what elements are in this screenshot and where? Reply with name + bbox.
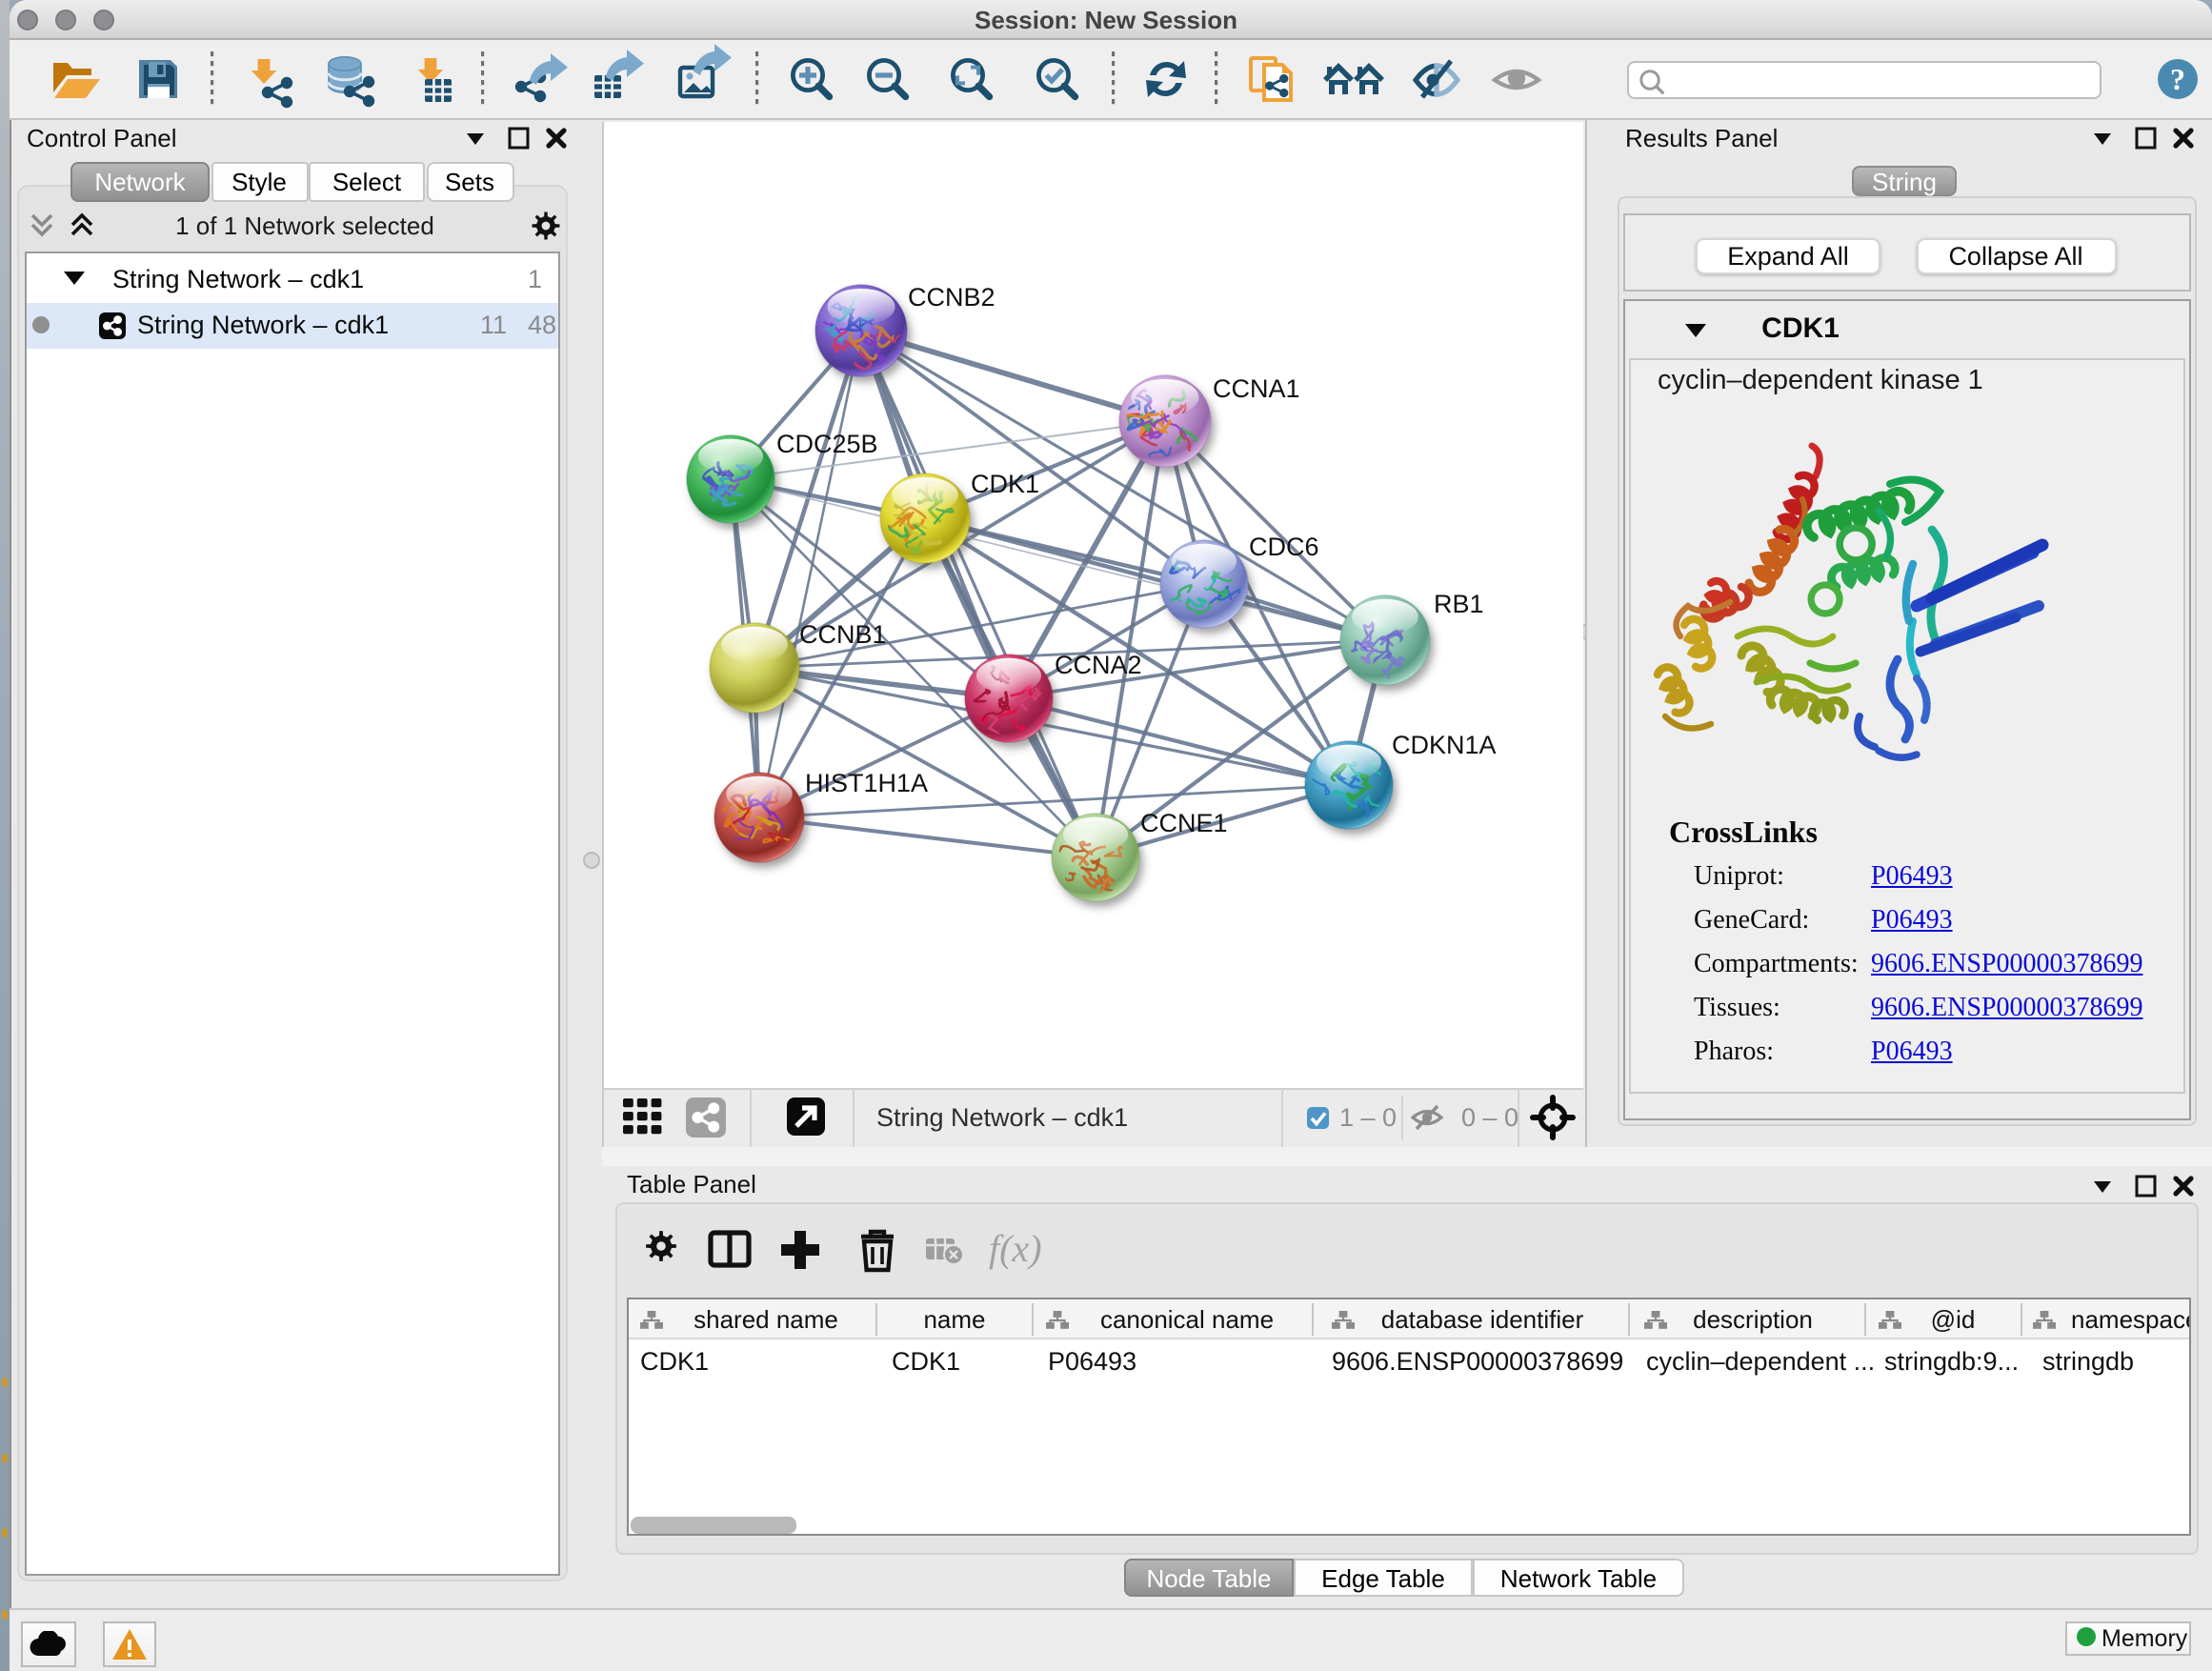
svg-text:CDC6: CDC6 <box>1248 532 1318 560</box>
svg-text:stringdb:9...: stringdb:9... <box>1884 1347 2019 1376</box>
svg-text:database identifier: database identifier <box>1381 1305 1584 1334</box>
svg-text:CCNA2: CCNA2 <box>1054 650 1141 678</box>
svg-text:CCNA1: CCNA1 <box>1212 373 1299 402</box>
svg-text:shared name: shared name <box>694 1305 838 1334</box>
svg-text:CDKN1A: CDKN1A <box>1391 730 1496 758</box>
svg-text:CDC25B: CDC25B <box>775 429 877 457</box>
svg-text:namespace: namespace <box>2071 1305 2189 1334</box>
svg-text:P06493: P06493 <box>1048 1347 1136 1376</box>
svg-text:1 – 0: 1 – 0 <box>1338 1102 1396 1131</box>
svg-text:CCNB2: CCNB2 <box>907 282 995 311</box>
svg-text:CDK1: CDK1 <box>640 1347 709 1376</box>
svg-text:CCNE1: CCNE1 <box>1139 808 1227 836</box>
svg-text:HIST1H1A: HIST1H1A <box>804 768 927 796</box>
svg-text:0 – 0: 0 – 0 <box>1460 1102 1518 1131</box>
svg-text:RB1: RB1 <box>1433 589 1483 617</box>
svg-text:@id: @id <box>1931 1305 1976 1334</box>
svg-text:canonical name: canonical name <box>1100 1305 1274 1334</box>
svg-text:cyclin–dependent ...: cyclin–dependent ... <box>1646 1347 1875 1376</box>
svg-text:description: description <box>1693 1305 1813 1334</box>
svg-text:name: name <box>923 1305 985 1334</box>
svg-text:CCNB1: CCNB1 <box>798 619 886 648</box>
svg-text:9606.ENSP00000378699: 9606.ENSP00000378699 <box>1332 1347 1623 1376</box>
svg-text:CDK1: CDK1 <box>970 469 1038 497</box>
svg-text:String Network – cdk1: String Network – cdk1 <box>875 1102 1127 1131</box>
svg-text:?: ? <box>2169 62 2184 96</box>
svg-text:CDK1: CDK1 <box>892 1347 960 1376</box>
svg-text:f(x): f(x) <box>989 1227 1042 1270</box>
svg-text:stringdb: stringdb <box>2042 1347 2134 1376</box>
